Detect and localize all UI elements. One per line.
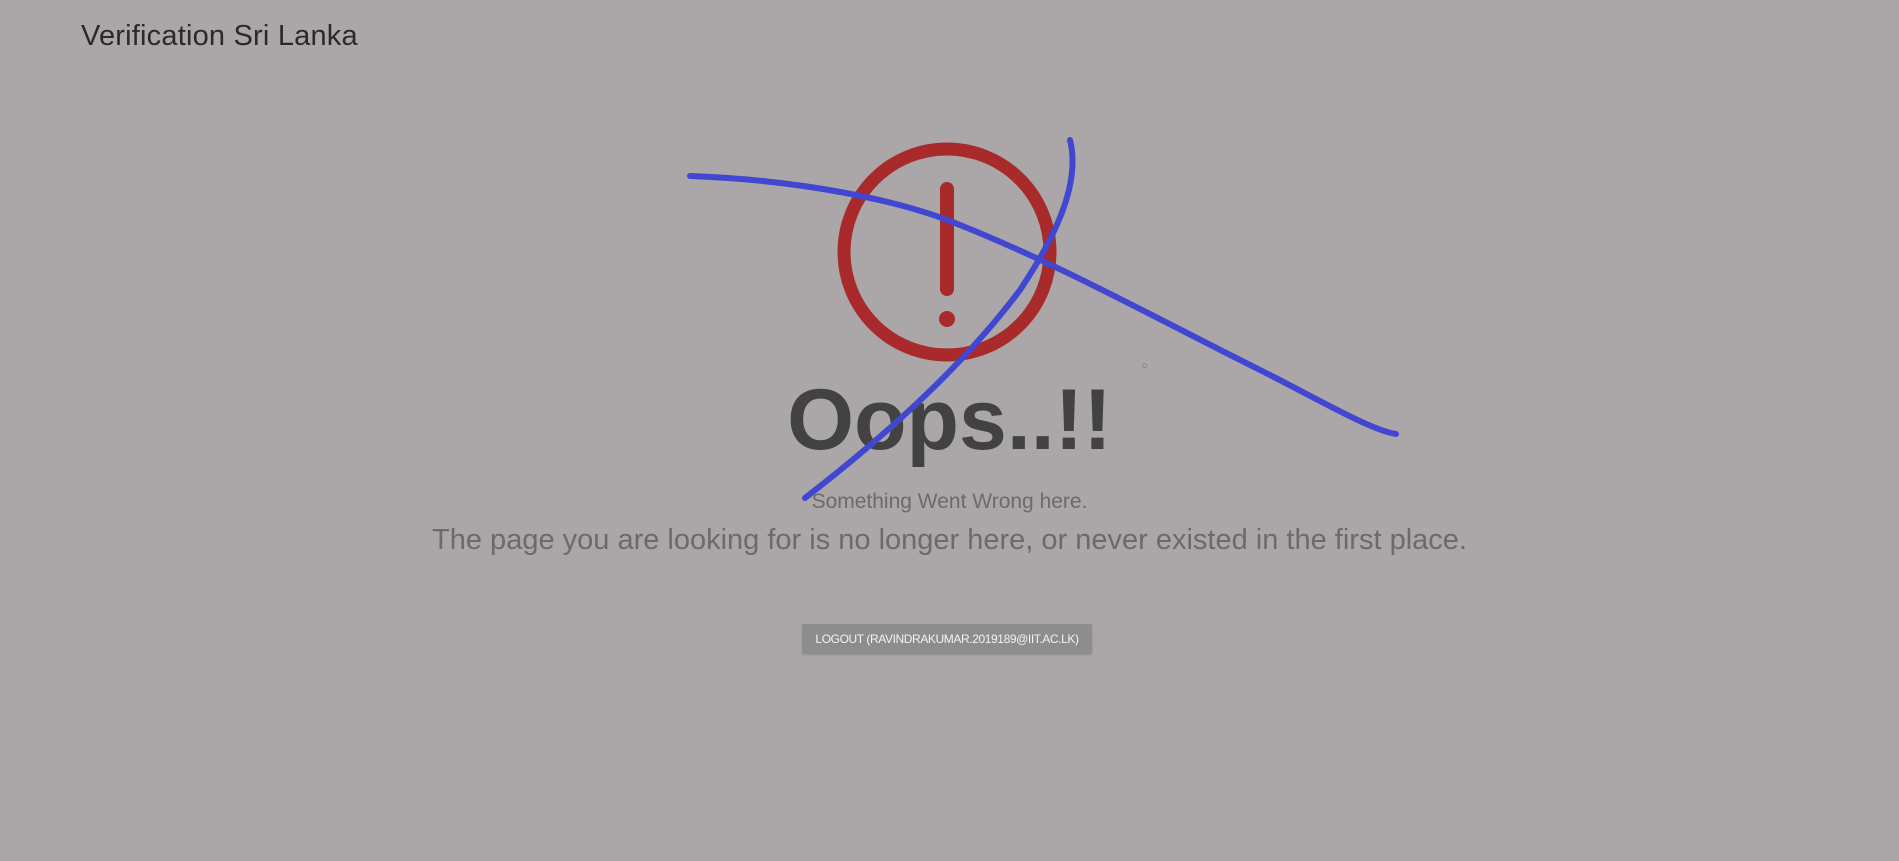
cursor-indicator — [1142, 363, 1147, 368]
site-title: Verification Sri Lanka — [81, 20, 358, 52]
error-message: The page you are looking for is no longe… — [432, 524, 1467, 556]
exclamation-circle-icon — [837, 142, 1057, 362]
error-page: Verification Sri Lanka Oops..!! Somethin… — [0, 0, 1899, 861]
error-subtitle: Something Went Wrong here. — [811, 490, 1088, 513]
error-heading: Oops..!! — [787, 372, 1112, 468]
logout-button[interactable]: LOGOUT (RAVINDRAKUMAR.2019189@IIT.AC.LK) — [802, 624, 1092, 654]
